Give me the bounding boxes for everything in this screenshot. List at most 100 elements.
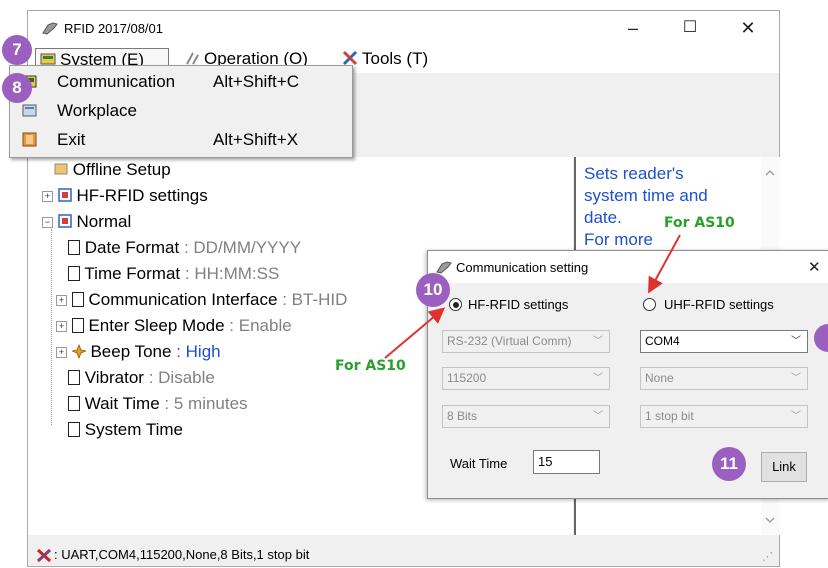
tree-item-value: : HH:MM:SS [184, 264, 280, 283]
link-button[interactable]: Link [761, 452, 807, 482]
status-text: : UART,COM4,115200,None,8 Bits,1 stop bi… [54, 547, 310, 562]
dialog-close-button[interactable]: ✕ [808, 258, 821, 276]
hf-settings-icon [57, 188, 72, 202]
tree-item-value: : Disable [148, 368, 215, 387]
setting-doc-icon [68, 422, 80, 437]
tree-item-sleep-mode[interactable]: + Enter Sleep Mode : Enable [56, 313, 292, 339]
dialog-title: Communication setting [456, 260, 589, 275]
tree-item-comm-interface[interactable]: + Communication Interface : BT-HID [56, 287, 347, 313]
menu-item-shortcut: Alt+Shift+X [213, 130, 299, 149]
tree-item-date-format[interactable]: Date Format : DD/MM/YYYY [68, 235, 301, 261]
uhf-stopbit-value: 1 stop bit [645, 409, 694, 423]
tree-offline-setup[interactable]: Offline Setup [54, 157, 171, 183]
hf-rfid-radio[interactable] [449, 298, 462, 311]
expand-icon[interactable]: + [42, 191, 53, 202]
tree-guide-line [51, 229, 53, 425]
expand-icon[interactable]: + [56, 347, 67, 358]
help-text: Sets reader's system time and date. For … [584, 163, 754, 251]
tree-normal-label: Normal [76, 212, 132, 231]
workplace-icon [22, 104, 37, 117]
tree-item-label: Beep Tone [90, 342, 172, 361]
tree-item-value: : 5 minutes [164, 394, 248, 413]
tree-item-value: : High [176, 342, 221, 361]
hf-databits-value: 8 Bits [447, 409, 478, 423]
uhf-port-select[interactable]: COM4 ﹀ [640, 330, 808, 353]
step-callout-11: 11 [712, 447, 746, 481]
setting-doc-icon [71, 292, 84, 307]
tree-item-time-format[interactable]: Time Format : HH:MM:SS [68, 261, 279, 287]
tree-item-wait-time[interactable]: Wait Time : 5 minutes [68, 391, 248, 417]
disconnected-icon [36, 548, 52, 563]
beep-icon [70, 343, 88, 360]
wait-time-label: Wait Time [450, 456, 508, 471]
step-callout-8: 8 [2, 73, 32, 103]
tree-item-label: Time Format [84, 264, 181, 283]
exit-icon [22, 132, 37, 147]
resize-grip-icon[interactable]: ⋰ [762, 546, 773, 568]
window-title: RFID 2017/08/01 [64, 21, 164, 36]
close-button[interactable]: ✕ [728, 15, 768, 41]
app-icon [42, 22, 58, 35]
help-line: system time and [584, 186, 708, 205]
tree-item-label: Wait Time [84, 394, 160, 413]
uhf-rfid-radio[interactable] [643, 298, 656, 311]
tree-offline-setup-label: Offline Setup [72, 160, 171, 179]
collapse-icon[interactable]: − [42, 217, 53, 228]
uhf-stopbit-select[interactable]: 1 stop bit ﹀ [640, 405, 808, 428]
expand-icon[interactable]: + [56, 295, 67, 306]
help-line: Sets reader's [584, 164, 684, 183]
menu-item-exit[interactable]: Exit Alt+Shift+X [10, 126, 350, 153]
scroll-up-icon[interactable] [765, 169, 775, 176]
help-line: For more [584, 230, 653, 249]
tree-hf-rfid-label: HF-RFID settings [76, 186, 208, 205]
tree-item-value: : DD/MM/YYYY [183, 238, 302, 257]
setting-doc-icon [68, 396, 80, 411]
minimize-button[interactable]: – [613, 15, 653, 41]
annotation-note: For AS10 [664, 215, 735, 231]
tree-item-value: : Enable [229, 316, 292, 335]
title-bar: RFID 2017/08/01 – ☐ ✕ [28, 11, 779, 45]
tree-item-vibrator[interactable]: Vibrator : Disable [68, 365, 215, 391]
tree-item-system-time[interactable]: System Time [68, 417, 183, 443]
operation-icon [186, 52, 199, 65]
chevron-down-icon: ﹀ [791, 411, 801, 422]
dialog-title-bar: Communication setting ✕ [428, 251, 828, 283]
system-dropdown-menu: Communication Alt+Shift+C Workplace Exit… [9, 65, 353, 158]
tree-hf-rfid[interactable]: + HF-RFID settings [42, 183, 208, 209]
normal-settings-icon [57, 214, 72, 228]
setting-doc-icon [71, 318, 84, 333]
maximize-button[interactable]: ☐ [670, 15, 710, 41]
menu-item-communication[interactable]: Communication Alt+Shift+C [10, 68, 350, 95]
hf-rfid-radio-label: HF-RFID settings [468, 297, 569, 312]
tree-item-beep-tone[interactable]: + Beep Tone : High [56, 339, 221, 365]
setting-doc-icon [68, 370, 80, 385]
app-icon [436, 261, 452, 274]
offline-setup-icon [54, 163, 68, 175]
hf-baud-select[interactable]: 115200 ﹀ [442, 367, 610, 390]
menu-item-label: Workplace [57, 101, 137, 120]
chevron-down-icon: ﹀ [593, 336, 603, 347]
uhf-port-value: COM4 [645, 334, 680, 348]
hf-port-value: RS-232 (Virtual Comm) [447, 334, 572, 348]
tree-item-label: System Time [84, 420, 183, 439]
tree-normal[interactable]: − Normal [42, 209, 131, 235]
menu-item-label: Communication [57, 72, 176, 91]
menu-item-workplace[interactable]: Workplace [10, 97, 350, 124]
expand-icon[interactable]: + [56, 321, 67, 332]
tools-icon [342, 50, 358, 66]
hf-baud-value: 115200 [447, 371, 487, 385]
uhf-rfid-radio-label: UHF-RFID settings [664, 297, 774, 312]
annotation-note: For AS10 [335, 358, 406, 374]
hf-port-select[interactable]: RS-232 (Virtual Comm) ﹀ [442, 330, 610, 353]
chevron-down-icon: ﹀ [593, 373, 603, 384]
uhf-parity-select[interactable]: None ﹀ [640, 367, 808, 390]
uhf-parity-value: None [645, 371, 674, 385]
wait-time-input[interactable]: 15 [533, 450, 600, 474]
tree-item-value: : BT-HID [282, 290, 348, 309]
scroll-down-icon[interactable] [765, 517, 775, 524]
tree-item-label: Enter Sleep Mode [88, 316, 225, 335]
tree-item-label: Vibrator [84, 368, 144, 387]
step-callout-10: 10 [416, 273, 450, 307]
hf-databits-select[interactable]: 8 Bits ﹀ [442, 405, 610, 428]
tree-item-label: Date Format [84, 238, 180, 257]
